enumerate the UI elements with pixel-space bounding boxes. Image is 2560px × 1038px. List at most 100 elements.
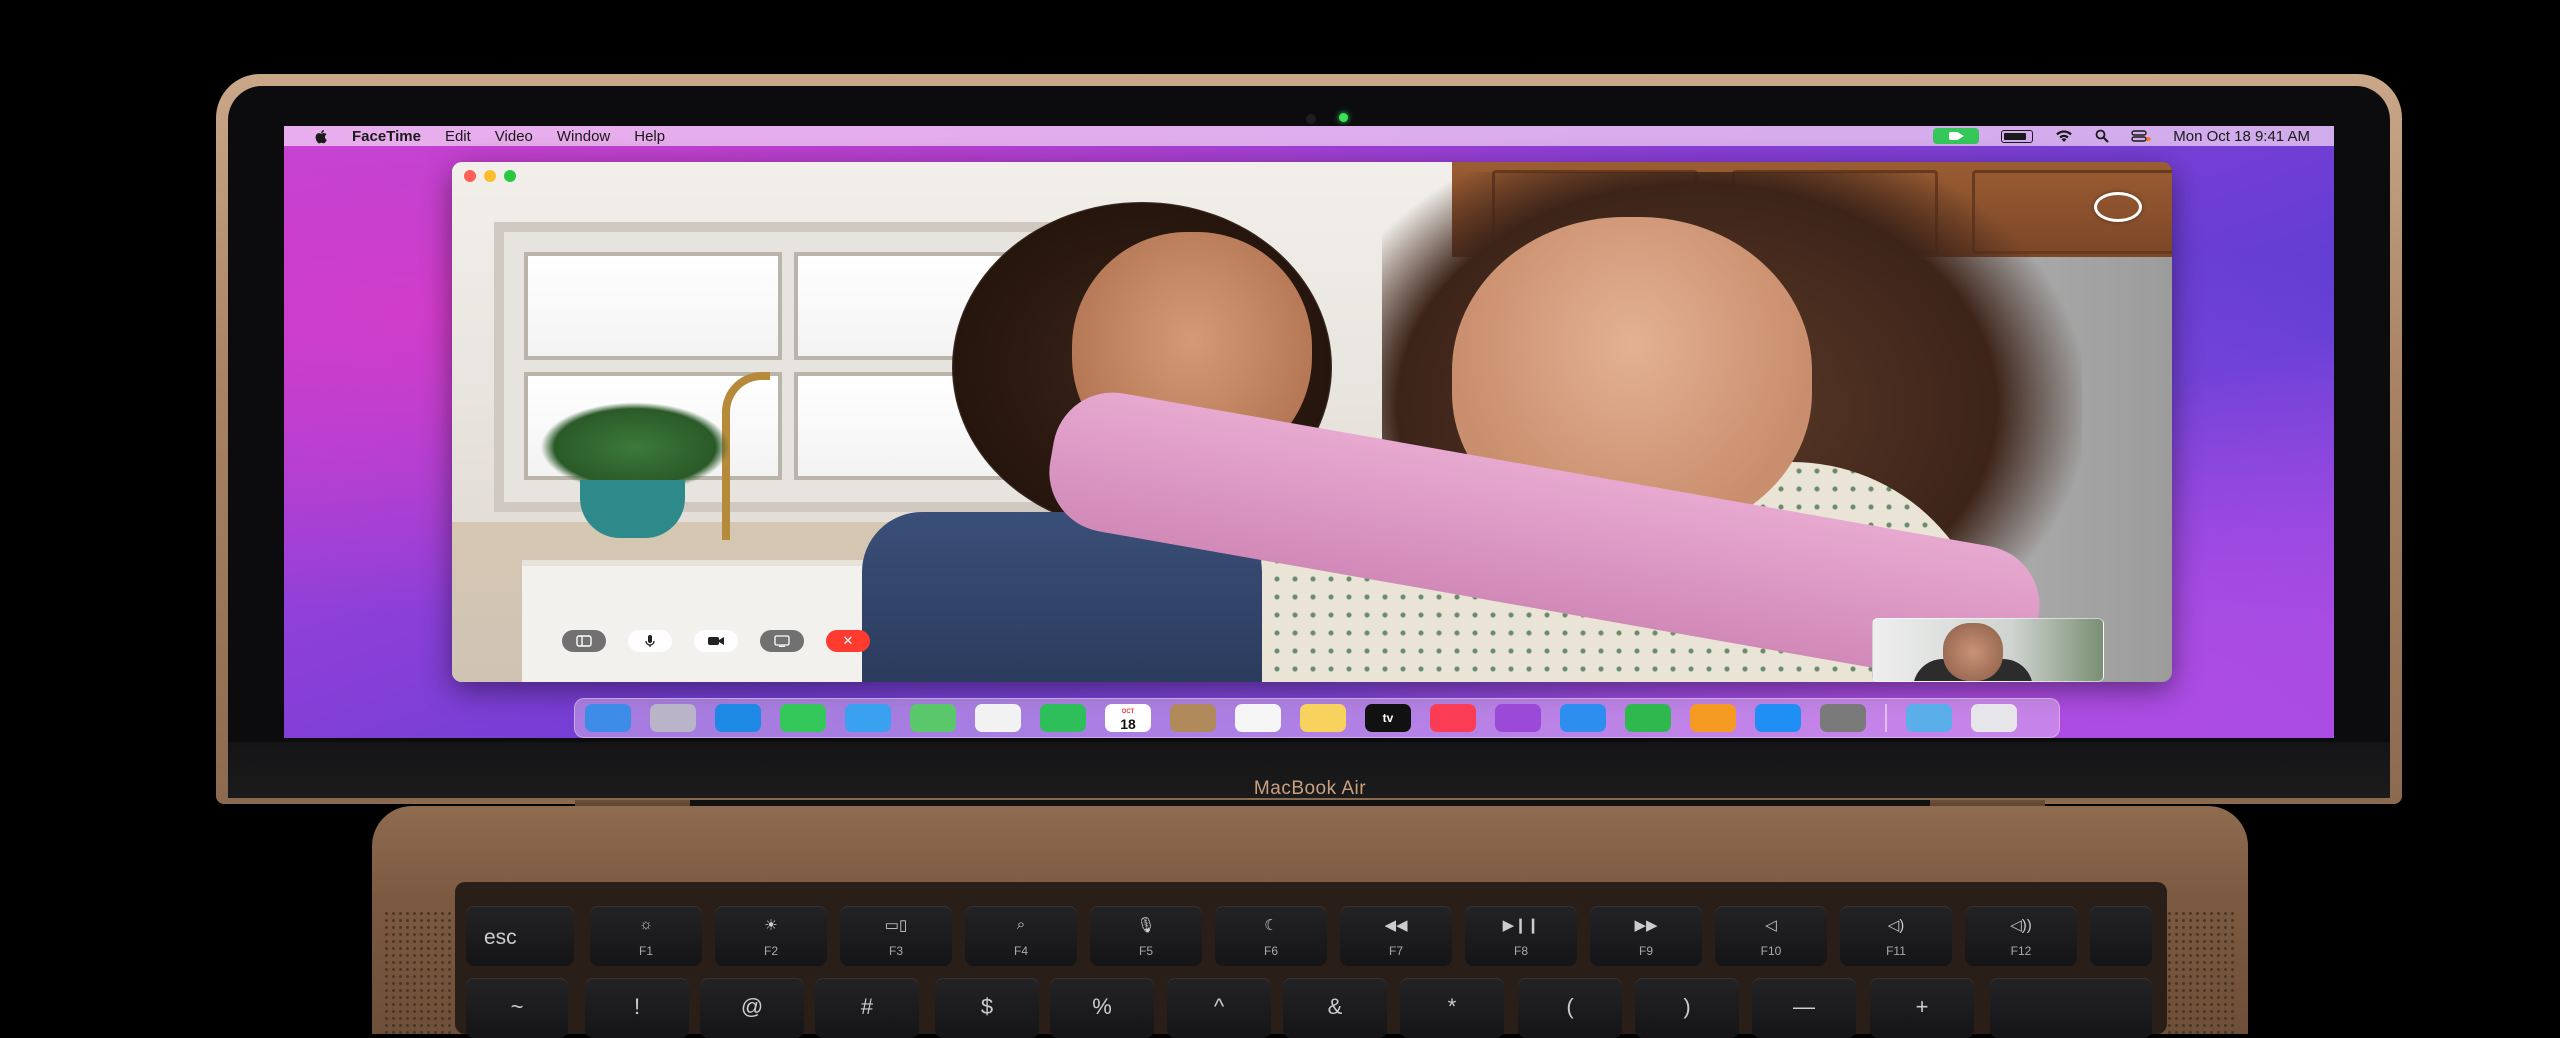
camera-toggle-button[interactable] <box>694 630 738 652</box>
key-f2[interactable]: ☀ F2 <box>715 906 827 966</box>
dock-keynote-icon[interactable] <box>1560 704 1606 732</box>
f6-icon: ☾ <box>1264 917 1278 934</box>
dock-contacts-icon[interactable] <box>1170 704 1216 732</box>
menu-window[interactable]: Window <box>557 128 610 145</box>
video-plant-pot <box>580 480 685 538</box>
facetime-camera-status-icon[interactable] <box>1933 128 1980 144</box>
menu-app-name[interactable]: FaceTime <box>352 128 421 145</box>
share-screen-button[interactable] <box>760 630 804 652</box>
menu-help[interactable]: Help <box>634 128 665 145</box>
menu-bar-status-area: Mon Oct 18 9:41 AM <box>1911 126 2310 146</box>
zoom-window-button[interactable] <box>504 170 516 182</box>
key-number-row[interactable]: — <box>1752 978 1856 1038</box>
dock-podcasts-icon[interactable] <box>1495 704 1541 732</box>
key-f9[interactable]: ▶▶ F9 <box>1590 906 1702 966</box>
dock-launchpad-icon[interactable] <box>650 704 696 732</box>
key-label: F6 <box>1263 944 1278 958</box>
key-f12[interactable]: ◁)) F12 <box>1965 906 2077 966</box>
key-f4[interactable]: ⌕ F4 <box>965 906 1077 966</box>
dock-photos-icon[interactable] <box>975 704 1021 732</box>
dock-notes-icon[interactable] <box>1300 704 1346 732</box>
control-center-icon[interactable] <box>2131 129 2151 143</box>
key-esc[interactable]: esc <box>466 906 574 966</box>
sidebar-toggle-button[interactable] <box>562 630 606 652</box>
key-f1[interactable]: ☼ F1 <box>590 906 702 966</box>
key-number-row[interactable]: + <box>1870 978 1974 1038</box>
spotlight-search-icon[interactable] <box>2095 129 2109 143</box>
dock-numbers-icon[interactable] <box>1625 704 1671 732</box>
key-delete[interactable] <box>1990 978 2152 1038</box>
facetime-window: ✕ <box>452 162 2172 682</box>
dock-facetime-icon[interactable] <box>1040 704 1086 732</box>
dock-reminders-icon[interactable] <box>1235 704 1281 732</box>
key-label: F10 <box>1760 944 1782 958</box>
f7-icon: ◀◀ <box>1384 917 1408 934</box>
battery-icon[interactable] <box>2001 129 2034 143</box>
touch-id-key[interactable] <box>2090 906 2152 966</box>
key-number-row[interactable]: # <box>815 978 919 1038</box>
self-view-pip[interactable] <box>1872 618 2104 682</box>
key-label: F8 <box>1513 944 1528 958</box>
key-number-row[interactable]: ^ <box>1167 978 1271 1038</box>
dock-trash-icon[interactable] <box>1971 704 2017 732</box>
f3-icon: ▭▯ <box>884 917 908 934</box>
key-f11[interactable]: ◁) F11 <box>1840 906 1952 966</box>
dock-mail-icon[interactable] <box>845 704 891 732</box>
dock-safari-icon[interactable] <box>715 704 761 732</box>
key-f6[interactable]: ☾ F6 <box>1215 906 1327 966</box>
menu-bar: FaceTime Edit Video Window Help Mon Oct … <box>284 126 2334 146</box>
key-number-row[interactable]: ~ <box>466 978 568 1038</box>
mute-button[interactable] <box>628 630 672 652</box>
menu-bar-clock[interactable]: Mon Oct 18 9:41 AM <box>2173 128 2310 145</box>
dock-tv-icon[interactable]: tv <box>1365 704 1411 732</box>
call-controls: ✕ <box>562 630 892 652</box>
key-f8[interactable]: ▶❙❙ F8 <box>1465 906 1577 966</box>
dock-messages-icon[interactable] <box>780 704 826 732</box>
minimize-window-button[interactable] <box>484 170 496 182</box>
f11-icon: ◁) <box>1887 917 1905 934</box>
key-f5[interactable]: 🎙 F5 <box>1090 906 1202 966</box>
key-number-row[interactable]: ) <box>1635 978 1739 1038</box>
f8-icon: ▶❙❙ <box>1502 917 1540 934</box>
dock-app-store-icon[interactable] <box>1755 704 1801 732</box>
speaker-grille-right <box>2166 910 2236 1034</box>
close-window-button[interactable] <box>464 170 476 182</box>
key-number-row[interactable]: @ <box>700 978 804 1038</box>
speaker-grille-left <box>383 910 453 1034</box>
key-label: F7 <box>1388 944 1403 958</box>
f1-icon: ☼ <box>639 916 653 933</box>
dock-pages-icon[interactable] <box>1690 704 1736 732</box>
f9-icon: ▶▶ <box>1634 917 1658 934</box>
dock-music-icon[interactable] <box>1430 704 1476 732</box>
f2-icon: ☀ <box>764 917 778 934</box>
key-symbol: % <box>1092 994 1112 1019</box>
dock-system-preferences-icon[interactable] <box>1820 704 1866 732</box>
desktop-screen: FaceTime Edit Video Window Help Mon Oct … <box>284 126 2334 738</box>
dock: OCT 18 tv <box>574 698 2060 738</box>
wifi-icon[interactable] <box>2055 129 2073 143</box>
key-f7[interactable]: ◀◀ F7 <box>1340 906 1452 966</box>
key-symbol: — <box>1793 994 1815 1019</box>
key-number-row[interactable]: $ <box>935 978 1039 1038</box>
dock-downloads-icon[interactable] <box>1906 704 1952 732</box>
key-number-row[interactable]: ! <box>585 978 689 1038</box>
sidebar-icon <box>576 635 592 647</box>
menu-edit[interactable]: Edit <box>445 128 471 145</box>
key-f10[interactable]: ◁ F10 <box>1715 906 1827 966</box>
dock-calendar-icon[interactable]: OCT 18 <box>1105 704 1151 732</box>
f4-icon: ⌕ <box>1016 916 1026 933</box>
key-label: F11 <box>1886 944 1906 958</box>
key-number-row[interactable]: % <box>1050 978 1154 1038</box>
key-number-row[interactable]: * <box>1400 978 1504 1038</box>
key-number-row[interactable]: & <box>1283 978 1387 1038</box>
apple-logo-icon[interactable] <box>314 129 328 144</box>
dock-maps-icon[interactable] <box>910 704 956 732</box>
key-symbol: @ <box>740 994 764 1019</box>
menu-video[interactable]: Video <box>495 128 533 145</box>
key-number-row[interactable]: ( <box>1518 978 1622 1038</box>
end-call-button[interactable]: ✕ <box>826 630 870 652</box>
camera-indicator-light <box>1339 113 1348 122</box>
record-button[interactable] <box>2094 192 2142 222</box>
key-f3[interactable]: ▭▯ F3 <box>840 906 952 966</box>
dock-finder-icon[interactable] <box>585 704 631 732</box>
